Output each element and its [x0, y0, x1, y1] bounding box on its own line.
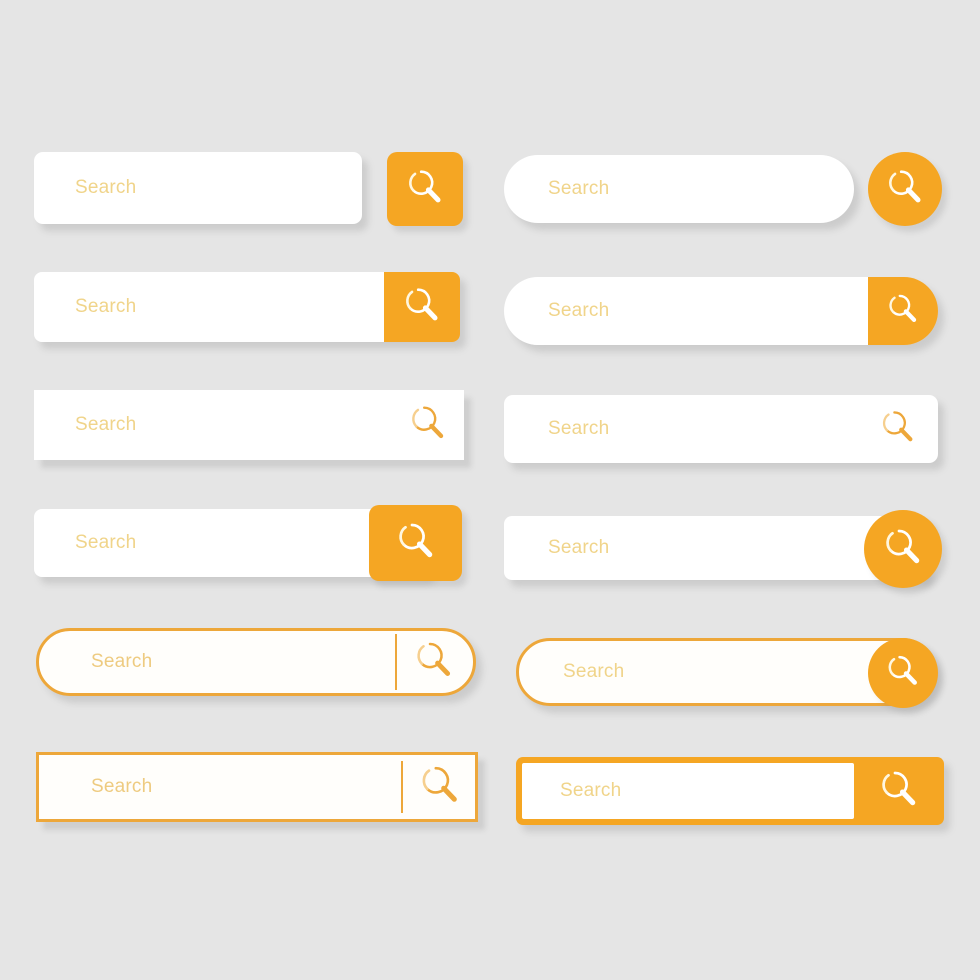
search-placeholder-3: Search	[75, 296, 137, 317]
search-button-6[interactable]	[876, 407, 920, 451]
search-placeholder-2: Search	[548, 178, 610, 199]
search-icon	[878, 768, 920, 815]
search-bar-1[interactable]: Search	[34, 152, 474, 226]
search-bar-kit-canvas: Search Search Search Search Search Searc…	[0, 0, 980, 980]
search-placeholder-5: Search	[75, 414, 137, 435]
search-button-1[interactable]	[387, 152, 463, 226]
search-input-4[interactable]: Search	[504, 277, 868, 345]
search-button-2[interactable]	[868, 152, 942, 226]
search-icon	[886, 292, 920, 331]
search-placeholder-4: Search	[548, 300, 610, 321]
search-input-12[interactable]: Search	[522, 763, 854, 819]
search-placeholder-11: Search	[91, 776, 153, 797]
search-button-8[interactable]	[864, 510, 942, 588]
search-bar-10[interactable]: Search	[516, 638, 944, 710]
search-bar-11[interactable]: Search	[36, 752, 478, 822]
search-button-10[interactable]	[868, 638, 938, 708]
search-bar-9[interactable]: Search	[36, 628, 476, 696]
search-bar-8[interactable]: Search	[504, 510, 942, 590]
search-bar-3[interactable]: Search	[34, 272, 460, 342]
search-placeholder-10: Search	[563, 661, 625, 682]
search-bar-12[interactable]: Search	[516, 757, 944, 825]
search-icon	[879, 408, 917, 451]
search-input-2[interactable]: Search	[504, 155, 854, 223]
search-button-4[interactable]	[868, 277, 938, 345]
search-placeholder-12: Search	[560, 780, 622, 801]
search-input-3[interactable]: Search	[34, 272, 384, 342]
search-icon	[418, 763, 462, 812]
search-placeholder-9: Search	[91, 651, 153, 672]
search-placeholder-8: Search	[548, 537, 610, 558]
search-input-1[interactable]: Search	[34, 152, 362, 224]
search-icon	[402, 285, 442, 330]
search-divider-11	[401, 761, 403, 813]
search-button-12[interactable]	[854, 757, 944, 825]
search-bar-5[interactable]: Search	[34, 390, 464, 460]
search-icon	[413, 639, 455, 686]
search-divider-9	[395, 634, 397, 690]
search-button-5[interactable]	[406, 403, 450, 447]
search-button-11[interactable]	[417, 764, 463, 810]
search-placeholder-7: Search	[75, 532, 137, 553]
search-icon	[405, 167, 445, 212]
search-button-3[interactable]	[384, 272, 460, 342]
search-placeholder-6: Search	[548, 418, 610, 439]
search-bar-4[interactable]: Search	[504, 277, 938, 345]
search-bar-6[interactable]: Search	[504, 395, 938, 463]
search-placeholder-1: Search	[75, 177, 137, 198]
search-bar-2[interactable]: Search	[504, 152, 944, 228]
search-icon	[408, 403, 448, 448]
search-icon	[882, 526, 924, 573]
search-button-7[interactable]	[369, 505, 462, 581]
search-button-9[interactable]	[411, 639, 457, 685]
search-icon	[885, 167, 925, 212]
search-icon	[395, 520, 437, 567]
search-icon	[885, 653, 921, 694]
search-bar-7[interactable]: Search	[34, 505, 464, 581]
